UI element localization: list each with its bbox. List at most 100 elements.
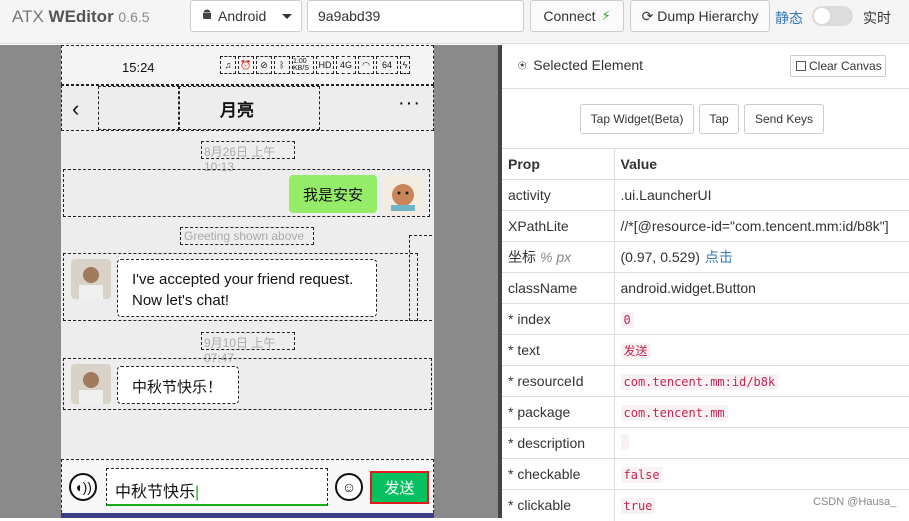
tap-button[interactable]: Tap	[699, 104, 739, 134]
prop-name: * checkable	[502, 458, 615, 490]
prop-value-cell: com.tencent.mm	[614, 396, 909, 428]
prop-name: XPathLite	[502, 210, 615, 242]
platform-select-value: Android	[218, 8, 267, 24]
dump-hierarchy-button[interactable]: ⟳ Dump Hierarchy	[630, 0, 770, 32]
chat-title: 月亮	[220, 101, 254, 120]
emoji-icon[interactable]: ☺	[335, 473, 363, 501]
platform-select[interactable]: Android	[190, 0, 302, 32]
prop-value: //*[@resource-id="com.tencent.mm:id/b8k"…	[620, 218, 889, 234]
prop-value: true	[620, 498, 656, 515]
table-row: activity .ui.LauncherUI	[502, 179, 909, 211]
alarm-icon: ⏰	[238, 56, 254, 74]
prop-value: 发送	[620, 342, 651, 359]
avatar-contact[interactable]	[71, 364, 111, 404]
table-row: * description	[502, 427, 909, 459]
prop-value: com.tencent.mm:id/b8k	[620, 374, 779, 390]
table-row: * text 发送	[502, 334, 909, 366]
prop-name: * clickable	[502, 489, 615, 521]
prop-name: activity	[502, 179, 615, 211]
system-nav-bar	[61, 513, 434, 518]
prop-name: * index	[502, 303, 615, 335]
avatar-self[interactable]	[383, 175, 423, 215]
prop-name: * description	[502, 427, 615, 459]
table-row: * checkable false	[502, 458, 909, 490]
mode-live-label[interactable]: 实时	[863, 8, 891, 28]
refresh-icon: ⟳	[641, 7, 654, 24]
coord-units[interactable]: % px	[540, 249, 571, 265]
status-bar: 15:24 ♫ ⏰ ⊘ ᛒ 1.00 KB/S HD 4G ◠ 64 ϟ	[61, 45, 434, 85]
timestamp-box: 9月10日 上午07:47	[201, 332, 295, 365]
prop-name: 坐标% px	[502, 241, 615, 273]
prop-value-cell: false	[614, 458, 909, 490]
chat-input-bar: ◖)) 中秋节快乐| ☺ 发送	[61, 459, 434, 518]
panel-divider	[502, 88, 909, 89]
plug-icon: ⚡	[601, 8, 611, 23]
table-row: * index 0	[502, 303, 909, 335]
clear-canvas-checkbox[interactable]: Clear Canvas	[790, 55, 886, 77]
message-bubble-incoming[interactable]: 中秋节快乐！	[117, 366, 239, 404]
mute-icon: ⊘	[256, 56, 272, 74]
send-keys-label: Send Keys	[754, 112, 814, 126]
message-text-incoming-2: 中秋节快乐！	[132, 379, 223, 396]
device-serial-input[interactable]: 9a9abd39	[307, 0, 524, 32]
charging-icon: ϟ	[400, 56, 410, 74]
wifi-icon: ◠	[358, 56, 374, 74]
app-name-bold: WEditor	[48, 7, 114, 26]
prop-value: .ui.LauncherUI	[620, 187, 712, 203]
device-screen[interactable]: 15:24 ♫ ⏰ ⊘ ᛒ 1.00 KB/S HD 4G ◠ 64 ϟ ‹ 月…	[61, 45, 434, 518]
android-icon	[201, 8, 213, 24]
prop-value	[620, 433, 629, 450]
live-mode-toggle[interactable]	[812, 6, 853, 26]
prop-value: false	[620, 467, 663, 483]
hd-badge: HD	[316, 56, 334, 74]
selected-element-heading: ⍟ Selected Element	[518, 57, 643, 74]
table-row: * package com.tencent.mm	[502, 396, 909, 428]
message-text-outgoing: 我是安安	[302, 186, 363, 204]
prop-value-cell: 0	[614, 303, 909, 335]
prop-name: className	[502, 272, 615, 304]
prop-name: * resourceId	[502, 365, 615, 397]
prop-value-cell	[614, 427, 909, 459]
top-toolbar: ATX WEditor 0.6.5 Android 9a9abd39 Conne…	[0, 0, 909, 44]
message-input-value: 中秋节快乐	[115, 484, 196, 501]
side-element-box	[409, 235, 434, 321]
column-header-value: Value	[614, 148, 909, 180]
prop-name: * package	[502, 396, 615, 428]
headphones-icon: ♫	[220, 56, 236, 74]
more-options-icon[interactable]: ···	[398, 92, 421, 115]
message-bubble-outgoing[interactable]: 我是安安	[289, 175, 377, 213]
table-row: className android.widget.Button	[502, 272, 909, 304]
send-keys-button[interactable]: Send Keys	[744, 104, 824, 134]
mode-static-label[interactable]: 静态	[775, 8, 803, 28]
device-serial-value: 9a9abd39	[318, 8, 381, 24]
prop-value: (0.97, 0.529)	[620, 249, 700, 265]
tap-widget-button[interactable]: Tap Widget(Beta)	[580, 104, 694, 134]
bluetooth-icon: ᛒ	[274, 56, 290, 74]
prop-value-cell: 发送	[614, 334, 909, 366]
voice-input-icon[interactable]: ◖))	[69, 473, 97, 501]
network-speed: 1.00 KB/S	[292, 56, 314, 74]
prop-name-text: 坐标	[508, 249, 536, 265]
greeting-note-box: Greeting shown above	[180, 227, 314, 245]
back-icon[interactable]: ‹	[72, 96, 79, 122]
tap-widget-label: Tap Widget(Beta)	[590, 112, 684, 126]
watermark: CSDN @Hausa_	[813, 496, 897, 508]
table-row: * resourceId com.tencent.mm:id/b8k	[502, 365, 909, 397]
message-input[interactable]: 中秋节快乐|	[106, 468, 328, 506]
send-button[interactable]: 发送	[370, 471, 429, 504]
message-bubble-incoming[interactable]: I've accepted your friend request. Now l…	[117, 259, 377, 317]
prop-value-cell: (0.97, 0.529) 点击	[614, 241, 909, 273]
timestamp-box: 8月26日 上午10:13	[201, 141, 295, 174]
table-row: 坐标% px (0.97, 0.529) 点击	[502, 241, 909, 273]
avatar-contact[interactable]	[71, 259, 111, 299]
selected-element-title: Selected Element	[533, 57, 644, 73]
prop-value: android.widget.Button	[620, 280, 756, 296]
toggle-knob	[814, 8, 830, 24]
caret-down-icon	[282, 14, 292, 19]
properties-panel: ⍟ Selected Element Clear Canvas Tap Widg…	[502, 45, 909, 521]
prop-value-cell: android.widget.Button	[614, 272, 909, 304]
connect-button[interactable]: Connect ⚡	[530, 0, 624, 32]
coord-click-link[interactable]: 点击	[705, 249, 733, 265]
send-button-label: 发送	[384, 480, 415, 497]
clear-canvas-label: Clear Canvas	[809, 59, 882, 73]
